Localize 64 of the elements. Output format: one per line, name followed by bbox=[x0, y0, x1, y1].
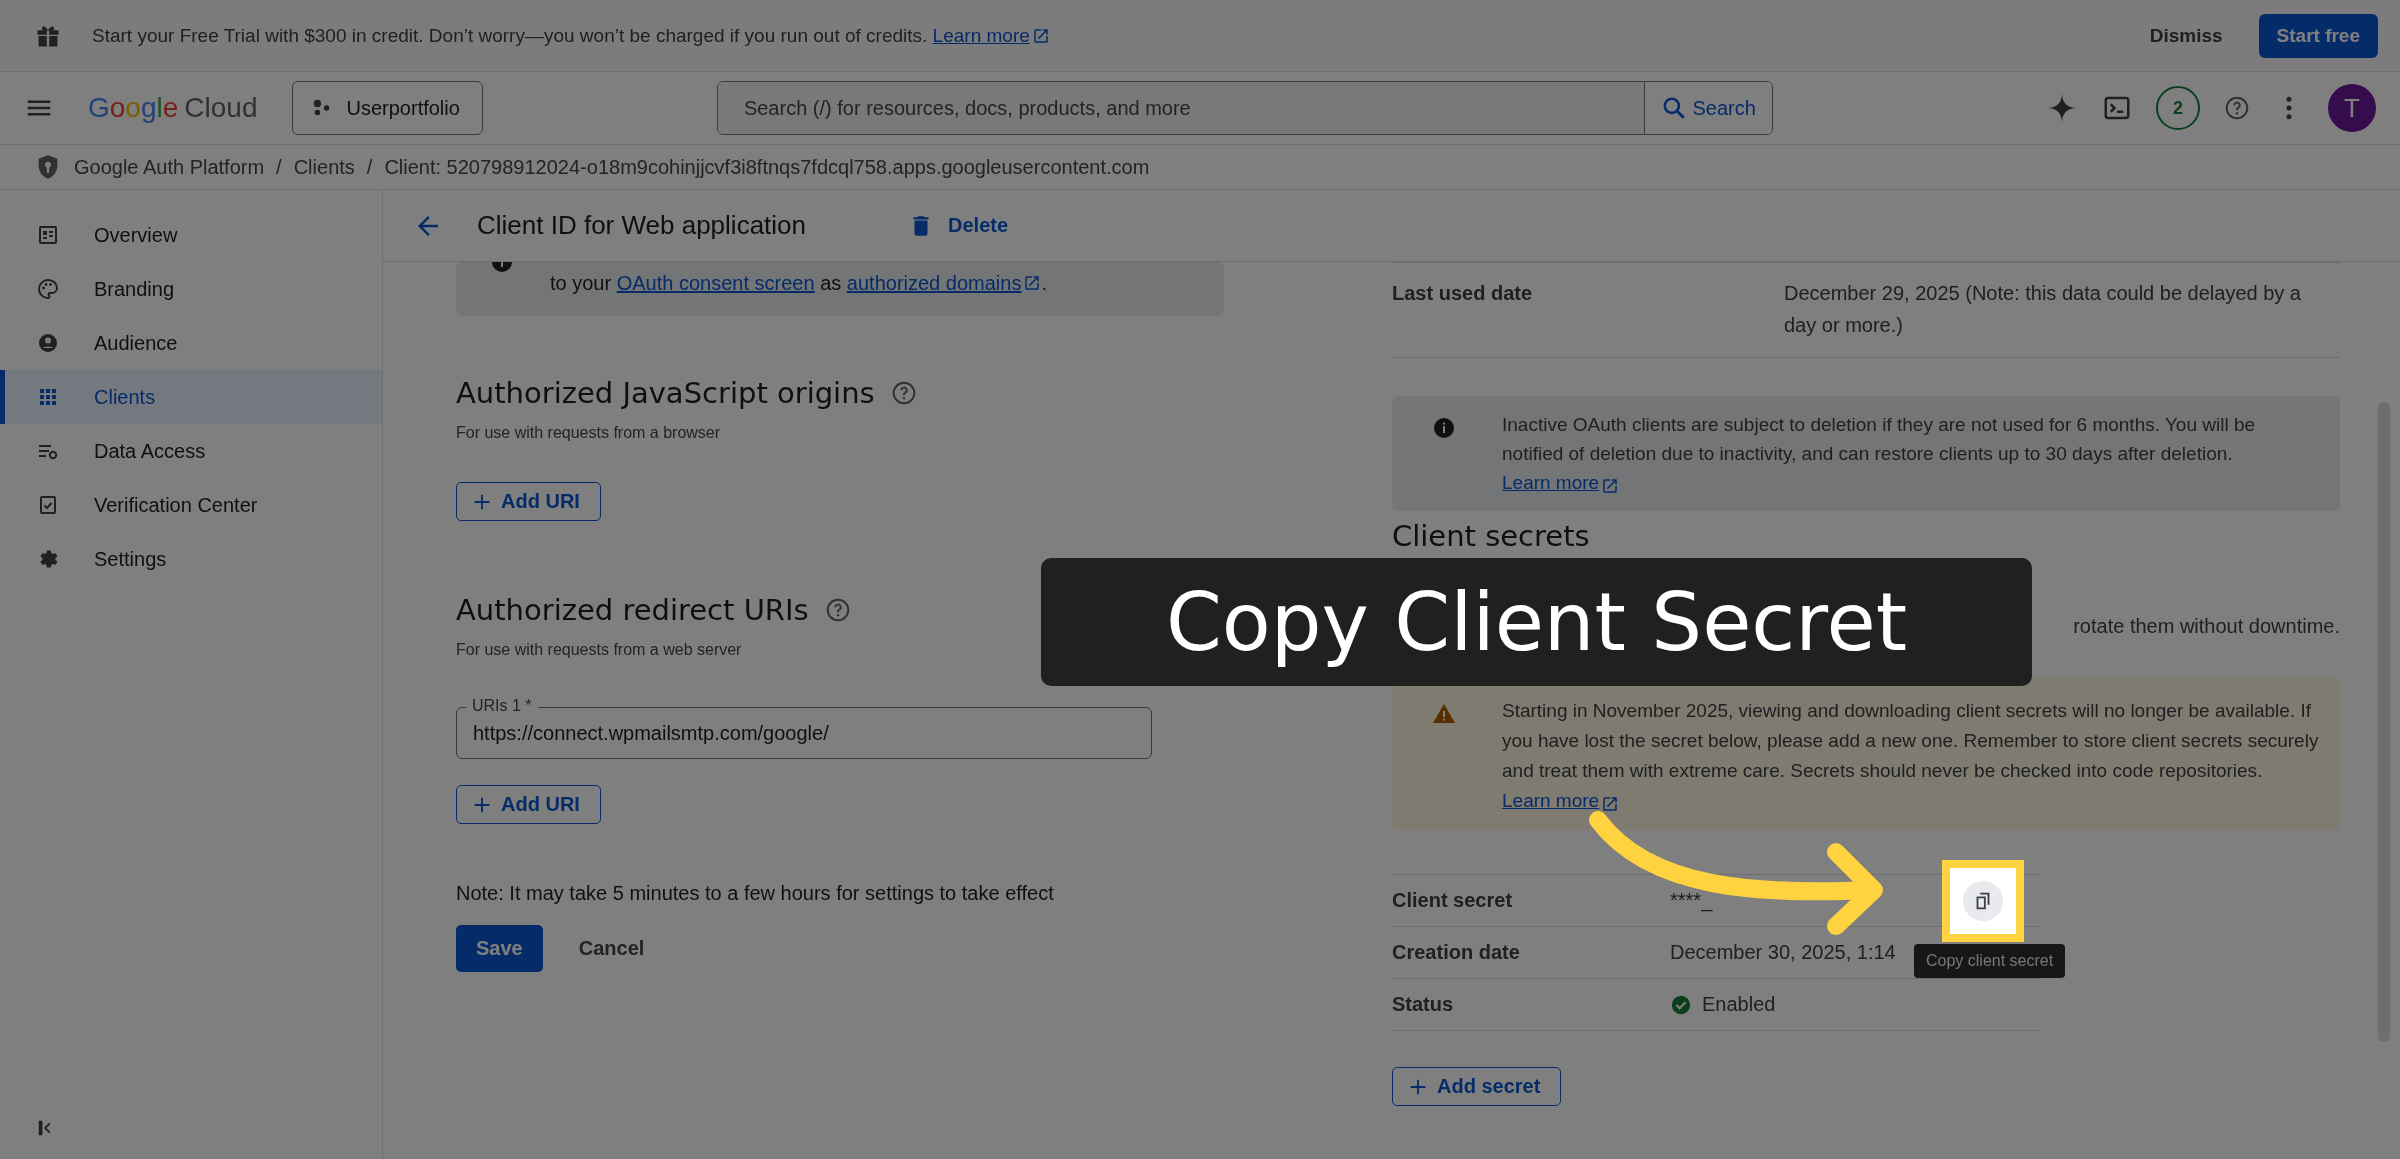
breadcrumb-item[interactable]: Google Auth Platform bbox=[74, 155, 265, 179]
external-link-icon bbox=[1601, 795, 1620, 813]
delete-button[interactable]: Delete bbox=[902, 209, 1015, 242]
person-icon bbox=[36, 331, 60, 355]
field-label: Last used date bbox=[1392, 281, 1534, 306]
dismiss-button[interactable]: Dismiss bbox=[2143, 23, 2229, 48]
tooltip: Copy client secret bbox=[1914, 944, 2066, 978]
sidebar-item[interactable]: Audience bbox=[0, 316, 382, 370]
breadcrumb-item[interactable]: Clients bbox=[293, 155, 355, 179]
caption: Copy Client Secret bbox=[1041, 558, 2032, 686]
search-field[interactable]: Search (/) for resources, docs, products, and more Search bbox=[716, 81, 1773, 135]
check-circle-icon bbox=[1670, 993, 1692, 1016]
dashboard-icon bbox=[36, 223, 60, 247]
external-link-icon bbox=[1601, 476, 1620, 495]
learn-more-link[interactable]: Learn more bbox=[1502, 786, 1620, 816]
section-heading: Client secrets bbox=[1392, 519, 1590, 553]
external-link-icon bbox=[1023, 274, 1042, 292]
field-value: ****_ bbox=[1670, 889, 1713, 912]
notification-badge[interactable]: 2 bbox=[2156, 86, 2200, 130]
avatar[interactable]: T bbox=[2328, 84, 2376, 132]
sidebar-item[interactable]: Branding bbox=[0, 262, 382, 316]
sidebar-item[interactable]: Verification Center bbox=[0, 478, 382, 532]
add-uri-button[interactable]: Add URI bbox=[456, 482, 601, 521]
help-icon[interactable] bbox=[824, 597, 851, 623]
field-value: Enabled bbox=[1702, 993, 1776, 1016]
sidebar-item[interactable]: Clients bbox=[0, 370, 382, 424]
section-description: rotate them without downtime. bbox=[2073, 615, 2340, 637]
add-uri-button[interactable]: Add URI bbox=[456, 785, 601, 824]
field-label: Client secret bbox=[1392, 889, 1514, 912]
help-icon[interactable] bbox=[890, 380, 917, 406]
breadcrumb-separator: / bbox=[276, 155, 282, 179]
breadcrumb-separator: / bbox=[366, 155, 373, 179]
section-hint: For use with requests from a browser bbox=[456, 424, 722, 442]
start-free-button[interactable]: Start free bbox=[2258, 13, 2378, 58]
field-label: Status bbox=[1392, 993, 1455, 1016]
warning-text: Starting in November 2025, viewing and downloading client secrets will no longer be available. If you have lost the secret below, please add a new one. Remember to store client secrets securely and treat them with extreme care. Secrets should never be checked into code repositories. Learn more bbox=[1502, 696, 2320, 816]
sidebar-item[interactable]: Overview bbox=[0, 208, 382, 262]
project-picker[interactable]: Userportfolio bbox=[291, 81, 483, 135]
page-title: Client ID for Web application bbox=[477, 210, 806, 241]
field-label: Creation date bbox=[1392, 941, 1521, 964]
product-logo[interactable]: Google Cloud bbox=[88, 92, 258, 124]
section-heading: Authorized redirect URIs bbox=[456, 593, 809, 627]
sidebar-item[interactable]: Data Access bbox=[0, 424, 382, 478]
cancel-button[interactable]: Cancel bbox=[572, 936, 651, 961]
copy-button[interactable] bbox=[1963, 880, 2003, 921]
external-link-icon bbox=[1031, 26, 1050, 45]
field-value: December 30, 2025, 1:14 bbox=[1670, 941, 1896, 964]
add-secret-button[interactable]: Add secret bbox=[1392, 1067, 1562, 1106]
save-button[interactable]: Save bbox=[456, 925, 543, 972]
trial-message: Start your Free Trial with $300 in credit. Don’t worry—you won’t be charged if you run out of credits. Learn more bbox=[92, 24, 1050, 47]
learn-more-link[interactable]: Learn more bbox=[932, 24, 1050, 47]
section-heading: Authorized JavaScript origins bbox=[456, 376, 875, 410]
warning-icon bbox=[1432, 702, 1456, 726]
field-value: December 29, 2025 (Note: this data could be delayed by a day or more.) bbox=[1784, 281, 2302, 338]
palette-icon bbox=[36, 277, 60, 301]
search-button[interactable]: Search bbox=[1643, 82, 1772, 134]
help-icon[interactable] bbox=[2224, 95, 2250, 121]
sidebar-item[interactable]: Settings bbox=[0, 532, 382, 586]
breadcrumb-item: Client: 520798912024-o18m9cohinjjcvf3i8ftnqs7fdcql758.apps.googleusercontent.com bbox=[384, 155, 1150, 179]
section-hint: For use with requests from a web server bbox=[456, 641, 743, 659]
info-icon bbox=[1432, 416, 1456, 440]
info-text: Inactive OAuth clients are subject to deletion if they are not used for 6 months. You will be notified of deletion due to inactivity, and can restore clients up to 30 days after deletion. Learn more bbox=[1502, 410, 2320, 497]
learn-more-link[interactable]: Learn more bbox=[1502, 468, 1620, 497]
note-text: Note: It may take 5 minutes to a few hours for settings to take effect bbox=[456, 882, 1055, 905]
